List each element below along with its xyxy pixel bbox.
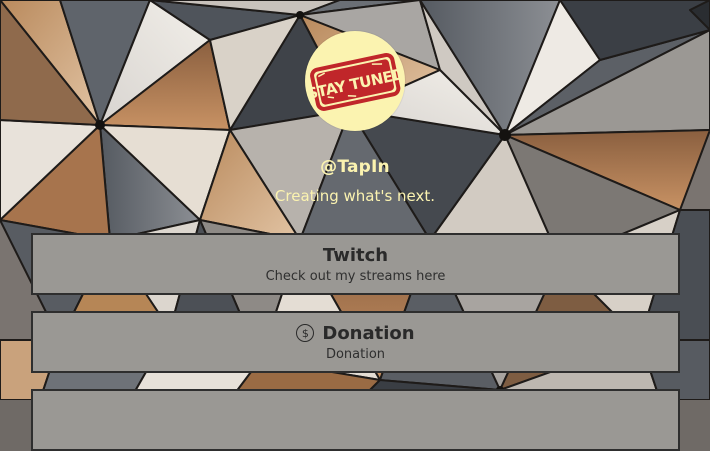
link-title-row: $ Donation bbox=[296, 322, 415, 344]
profile-handle: @TapIn bbox=[320, 157, 390, 177]
link-title: Donation bbox=[322, 322, 415, 344]
profile-tagline: Creating what's next. bbox=[274, 187, 436, 205]
link-subtitle: Donation bbox=[325, 346, 386, 362]
avatar[interactable]: STAY TUNED bbox=[305, 31, 405, 131]
link-title: Twitch bbox=[322, 244, 389, 266]
link-card-next[interactable] bbox=[31, 389, 680, 451]
stay-tuned-stamp-logo: STAY TUNED bbox=[305, 53, 405, 111]
link-subtitle: Check out my streams here bbox=[265, 268, 446, 284]
link-title-row: Twitch bbox=[323, 245, 388, 266]
link-card-donation[interactable]: $ Donation Donation bbox=[31, 311, 680, 373]
profile-page: STAY TUNED @TapIn Creating what's next. … bbox=[0, 0, 710, 451]
dollar-circle-icon: $ bbox=[296, 324, 315, 342]
link-card-twitch[interactable]: Twitch Check out my streams here bbox=[31, 233, 680, 295]
